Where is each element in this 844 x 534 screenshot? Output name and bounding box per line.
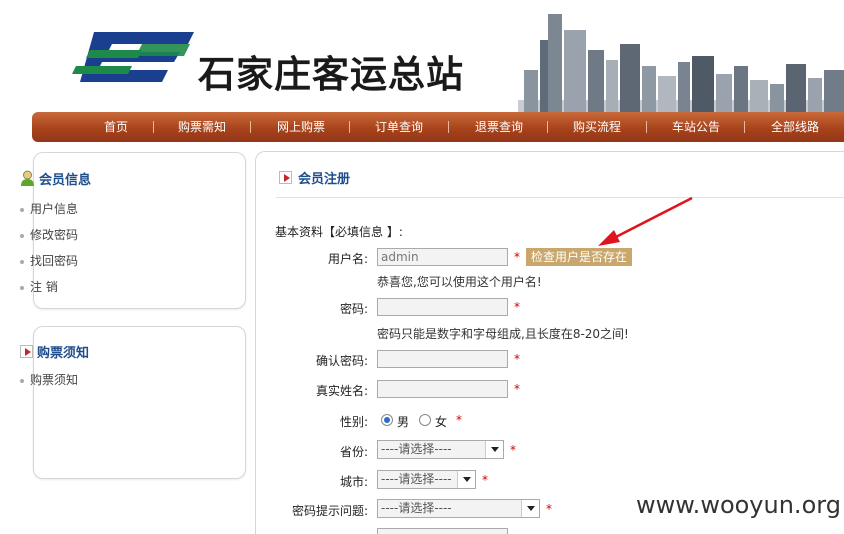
city-select-value: ----请选择---- bbox=[381, 472, 452, 486]
registration-title: 会员注册 bbox=[279, 168, 350, 187]
confirm-password-input[interactable] bbox=[377, 350, 508, 368]
bullet-icon bbox=[20, 233, 24, 238]
gender-female-radio[interactable] bbox=[419, 414, 431, 426]
password-label: 密码: bbox=[339, 302, 368, 316]
required-mark: * bbox=[510, 443, 516, 457]
site-name: 石家庄客运总站 bbox=[198, 53, 464, 96]
ticket-notice-title: 购票须知 bbox=[20, 342, 89, 361]
registration-title-label: 会员注册 bbox=[298, 172, 351, 187]
gender-label: 性别: bbox=[339, 415, 368, 429]
site-header: 石家庄客运总站 bbox=[32, 0, 844, 112]
nav-separator bbox=[153, 121, 154, 133]
province-label: 省份: bbox=[339, 445, 368, 459]
bullet-icon bbox=[20, 378, 24, 383]
gender-male-radio[interactable] bbox=[381, 414, 393, 426]
username-hint: 恭喜您,您可以使用这个用户名! bbox=[377, 275, 542, 289]
check-username-button[interactable]: 检查用户是否存在 bbox=[526, 248, 632, 266]
nav-separator bbox=[250, 121, 251, 133]
province-select[interactable]: ----请选择---- bbox=[377, 440, 504, 459]
bullet-icon bbox=[20, 207, 24, 212]
nav-order-query[interactable]: 订单查询 bbox=[367, 112, 431, 142]
member-info-title: 会员信息 bbox=[20, 169, 91, 188]
nav-separator bbox=[646, 121, 647, 133]
watermark-text: www.wooyun.org bbox=[636, 491, 841, 519]
user-icon bbox=[21, 170, 34, 186]
username-input[interactable]: admin bbox=[377, 248, 508, 266]
real-name-label: 真实姓名: bbox=[315, 384, 368, 398]
nav-purchase-notice[interactable]: 购票需知 bbox=[170, 112, 234, 142]
required-mark: * bbox=[456, 413, 462, 427]
section-label: 基本资料【必填信息 】: bbox=[275, 225, 403, 239]
sidebar-item-label: 购票须知 bbox=[30, 373, 79, 387]
nav-separator bbox=[547, 121, 548, 133]
play-icon bbox=[20, 345, 33, 358]
city-label: 城市: bbox=[339, 475, 368, 489]
nav-online-booking[interactable]: 网上购票 bbox=[269, 112, 333, 142]
divider bbox=[276, 197, 844, 198]
nav-purchase-flow[interactable]: 购买流程 bbox=[565, 112, 629, 142]
sidebar-item-label: 修改密码 bbox=[30, 228, 79, 242]
chevron-down-icon bbox=[521, 500, 539, 517]
sidebar-item-label: 找回密码 bbox=[30, 254, 79, 268]
annotation-arrow-icon bbox=[598, 196, 693, 246]
real-name-input[interactable] bbox=[377, 380, 508, 398]
gender-male-label: 男 bbox=[397, 415, 410, 429]
play-icon bbox=[279, 171, 292, 184]
nav-separator bbox=[448, 121, 449, 133]
required-mark: * bbox=[546, 502, 552, 516]
sidebar-item-recover-password[interactable]: 找回密码 bbox=[20, 252, 78, 269]
sidebar-item-logout[interactable]: 注 销 bbox=[20, 278, 58, 295]
gender-female-label: 女 bbox=[435, 415, 448, 429]
sidebar-item-label: 用户信息 bbox=[30, 202, 79, 216]
bullet-icon bbox=[20, 285, 24, 290]
main-nav: 首页 购票需知 网上购票 订单查询 退票查询 购买流程 车站公告 全部线路 bbox=[32, 112, 844, 142]
required-mark: * bbox=[482, 473, 488, 487]
city-skyline-image bbox=[518, 14, 844, 112]
password-hint: 密码只能是数字和字母组成,且长度在8-20之间! bbox=[377, 327, 629, 341]
password-answer-input[interactable] bbox=[377, 528, 508, 534]
nav-home[interactable]: 首页 bbox=[92, 112, 140, 142]
nav-all-routes[interactable]: 全部线路 bbox=[763, 112, 827, 142]
confirm-password-label: 确认密码: bbox=[315, 354, 368, 368]
province-select-value: ----请选择---- bbox=[381, 442, 452, 456]
username-label: 用户名: bbox=[327, 252, 368, 266]
required-mark: * bbox=[514, 382, 520, 396]
nav-station-notice[interactable]: 车站公告 bbox=[664, 112, 728, 142]
sidebar-item-ticket-notice[interactable]: 购票须知 bbox=[20, 371, 78, 388]
sidebar-item-user-info[interactable]: 用户信息 bbox=[20, 200, 78, 217]
required-mark: * bbox=[514, 352, 520, 366]
chevron-down-icon bbox=[485, 441, 503, 458]
password-input[interactable] bbox=[377, 298, 508, 316]
password-question-label: 密码提示问题: bbox=[291, 504, 368, 518]
city-select[interactable]: ----请选择---- bbox=[377, 470, 476, 489]
password-question-select[interactable]: ----请选择---- bbox=[377, 499, 540, 518]
sidebar-item-label: 注 销 bbox=[30, 280, 58, 294]
password-question-select-value: ----请选择---- bbox=[381, 501, 452, 515]
chevron-down-icon bbox=[457, 471, 475, 488]
station-logo-icon bbox=[72, 22, 200, 94]
bullet-icon bbox=[20, 259, 24, 264]
member-info-label: 会员信息 bbox=[39, 173, 92, 188]
ticket-notice-label: 购票须知 bbox=[37, 346, 90, 361]
nav-refund-query[interactable]: 退票查询 bbox=[467, 112, 531, 142]
sidebar-item-change-password[interactable]: 修改密码 bbox=[20, 226, 78, 243]
nav-separator bbox=[349, 121, 350, 133]
required-mark: * bbox=[514, 300, 520, 314]
nav-separator bbox=[744, 121, 745, 133]
required-mark: * bbox=[514, 250, 520, 264]
